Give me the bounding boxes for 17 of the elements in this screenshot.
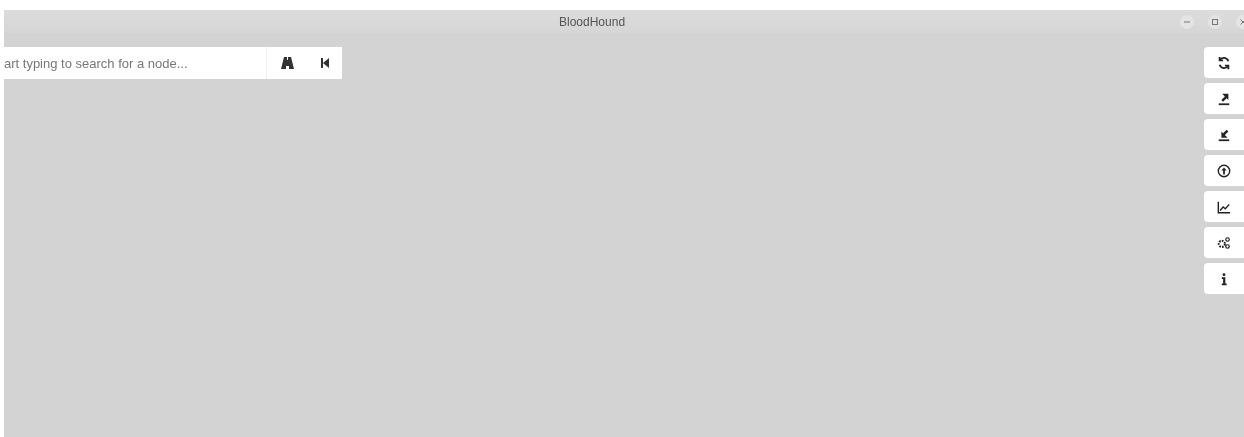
step-back-icon <box>320 58 329 68</box>
import-icon <box>1217 127 1231 142</box>
refresh-icon <box>1217 55 1231 70</box>
back-button[interactable] <box>320 58 329 68</box>
maximize-icon[interactable] <box>1208 14 1222 29</box>
upload-icon <box>1217 163 1231 178</box>
stats-button[interactable] <box>1204 191 1244 222</box>
export-button[interactable] <box>1204 83 1244 114</box>
export-icon <box>1217 91 1231 106</box>
line-chart-icon <box>1217 199 1231 214</box>
search-field[interactable]: art typing to search for a node... <box>4 47 266 79</box>
window-title: BloodHound <box>559 13 626 31</box>
upload-button[interactable] <box>1204 155 1244 186</box>
import-button[interactable] <box>1204 119 1244 150</box>
refresh-button[interactable] <box>1204 47 1244 78</box>
info-button[interactable] <box>1204 263 1244 294</box>
settings-button[interactable] <box>1204 227 1244 258</box>
